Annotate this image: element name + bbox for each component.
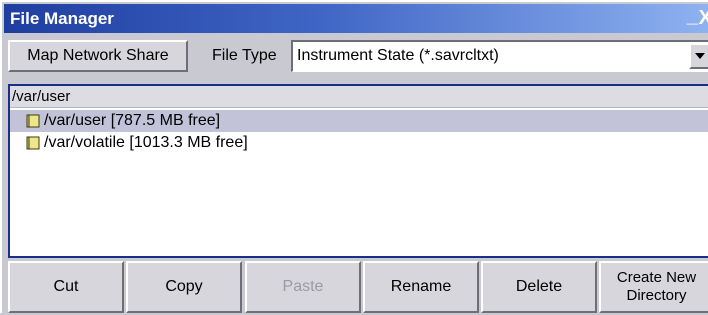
file-browser[interactable]: /var/user /var/user [787.5 MB free] /var… — [8, 84, 708, 258]
window-title: File Manager — [10, 9, 114, 28]
folder-icon — [26, 114, 40, 128]
create-directory-label: Create New Directory — [617, 269, 696, 305]
file-type-select[interactable]: Instrument State (*.savrcltxt) — [291, 40, 708, 72]
directory-tree: /var/user [787.5 MB free] /var/volatile … — [10, 110, 708, 154]
tree-item-label: /var/user [787.5 MB free] — [44, 112, 221, 129]
dropdown-arrow-icon[interactable] — [689, 43, 708, 69]
folder-icon — [26, 136, 40, 150]
tree-item-var-volatile[interactable]: /var/volatile [1013.3 MB free] — [10, 132, 708, 154]
create-new-directory-button[interactable]: Create New Directory — [599, 261, 708, 313]
copy-button[interactable]: Copy — [126, 261, 242, 313]
tree-item-var-user[interactable]: /var/user [787.5 MB free] — [10, 110, 708, 132]
rename-button[interactable]: Rename — [363, 261, 479, 313]
delete-button[interactable]: Delete — [481, 261, 597, 313]
map-network-share-button[interactable]: Map Network Share — [8, 40, 188, 72]
create-directory-line2: Directory — [626, 287, 687, 304]
close-icon[interactable]: X — [699, 6, 708, 30]
file-manager-window: File Manager _ X Map Network Share File … — [0, 0, 708, 315]
create-directory-line1: Create New — [616, 269, 697, 286]
cut-button[interactable]: Cut — [8, 261, 124, 313]
file-type-label: File Type — [212, 47, 277, 64]
current-path: /var/user — [10, 86, 708, 108]
minimize-icon[interactable]: _ — [687, 4, 698, 28]
tree-item-label: /var/volatile [1013.3 MB free] — [44, 134, 248, 151]
file-type-value: Instrument State (*.savrcltxt) — [297, 47, 499, 64]
action-bar: Cut Copy Paste Rename Delete Create New … — [2, 258, 708, 315]
toolbar: Map Network Share File Type Instrument S… — [2, 33, 708, 79]
paste-button[interactable]: Paste — [245, 261, 361, 313]
title-bar[interactable]: File Manager _ X — [4, 4, 708, 33]
